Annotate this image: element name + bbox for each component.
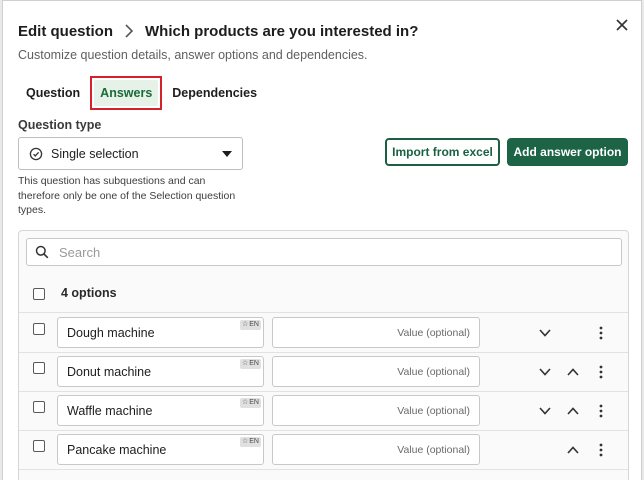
- more-options-button[interactable]: [593, 442, 609, 458]
- star-icon: ☆: [241, 399, 249, 406]
- kebab-menu-icon: [599, 326, 603, 340]
- chevron-down-icon: [539, 329, 551, 337]
- language-badge: ☆ EN: [239, 398, 261, 408]
- language-badge: ☆ EN: [239, 320, 261, 330]
- move-up-button[interactable]: [565, 442, 581, 458]
- move-down-button[interactable]: [537, 325, 553, 341]
- caret-down-icon: [222, 150, 232, 157]
- breadcrumb[interactable]: Edit question: [18, 23, 113, 40]
- search-input[interactable]: [59, 244, 613, 260]
- row-checkbox[interactable]: [33, 401, 45, 413]
- chevron-up-icon: [567, 446, 579, 454]
- answer-options-panel: 4 options Dough machine ☆EN Value (optio…: [18, 230, 629, 480]
- chevron-right-icon: [121, 23, 137, 39]
- answer-value-field[interactable]: Value (optional): [272, 317, 480, 348]
- answer-name-value: Dough machine: [67, 325, 155, 340]
- answer-name-value: Waffle machine: [67, 403, 153, 418]
- language-badge: ☆ EN: [239, 437, 261, 447]
- kebab-menu-icon: [599, 404, 603, 418]
- table-row: Donut machine ☆ EN Value (optional): [19, 353, 628, 392]
- star-icon: ☆: [241, 321, 249, 328]
- answer-name-field[interactable]: Waffle machine ☆ EN: [57, 395, 264, 426]
- question-type-help: This question has subquestions and can t…: [18, 175, 236, 216]
- add-answer-option-button[interactable]: Add answer option: [507, 138, 628, 166]
- question-type-label: Question type: [18, 118, 102, 132]
- dialog-header: Edit question Which products are you int…: [18, 19, 418, 43]
- row-checkbox[interactable]: [33, 440, 45, 452]
- page-title: Which products are you interested in?: [145, 22, 419, 40]
- answer-value-field[interactable]: Value (optional): [272, 395, 480, 426]
- answer-name-field[interactable]: Pancake machine ☆ EN: [57, 434, 264, 465]
- move-down-button[interactable]: [537, 403, 553, 419]
- chevron-down-icon: [539, 407, 551, 415]
- tab-answers[interactable]: Answers: [90, 76, 163, 110]
- question-type-value: Single selection: [51, 146, 139, 161]
- edit-question-dialog: Edit question Which products are you int…: [2, 0, 642, 480]
- single-selection-icon: [29, 147, 43, 160]
- options-header: 4 options: [19, 275, 628, 313]
- more-options-button[interactable]: [593, 325, 609, 341]
- import-from-excel-button[interactable]: Import from excel: [385, 138, 500, 166]
- answer-name-field[interactable]: Dough machine ☆ EN: [57, 317, 264, 348]
- options-count: 4 options: [61, 286, 117, 300]
- chevron-up-icon: [567, 407, 579, 415]
- question-type-select[interactable]: Single selection: [18, 137, 243, 170]
- chevron-up-icon: [567, 368, 579, 376]
- answer-value-field[interactable]: Value (optional): [272, 356, 480, 387]
- dialog-subtitle: Customize question details, answer optio…: [18, 48, 368, 62]
- more-options-button[interactable]: [593, 364, 609, 380]
- kebab-menu-icon: [599, 365, 603, 379]
- table-row: Dough machine ☆ EN Value (optional): [19, 314, 628, 353]
- search-icon: [35, 245, 49, 259]
- search-box[interactable]: [26, 238, 622, 266]
- star-icon: ☆: [241, 360, 249, 367]
- row-checkbox[interactable]: [33, 362, 45, 374]
- row-checkbox[interactable]: [33, 323, 45, 335]
- answer-name-value: Donut machine: [67, 364, 152, 379]
- star-icon: ☆: [241, 438, 249, 445]
- move-up-button[interactable]: [565, 403, 581, 419]
- table-row: Pancake machine ☆ EN Value (optional): [19, 431, 628, 470]
- move-down-button[interactable]: [537, 364, 553, 380]
- kebab-menu-icon: [599, 443, 603, 457]
- tab-answers-label: Answers: [94, 80, 159, 106]
- chevron-down-icon: [539, 368, 551, 376]
- select-all-checkbox[interactable]: [33, 288, 45, 300]
- answer-name-field[interactable]: Donut machine ☆ EN: [57, 356, 264, 387]
- move-up-button[interactable]: [565, 364, 581, 380]
- language-badge: ☆ EN: [239, 359, 261, 369]
- tab-question[interactable]: Question: [18, 78, 88, 108]
- tab-dependencies[interactable]: Dependencies: [164, 78, 265, 108]
- table-row: Waffle machine ☆ EN Value (optional): [19, 392, 628, 431]
- answer-value-field[interactable]: Value (optional): [272, 434, 480, 465]
- close-button[interactable]: [610, 13, 634, 37]
- tab-bar: Question Answers Dependencies: [18, 76, 265, 110]
- close-icon: [616, 19, 628, 31]
- answer-name-value: Pancake machine: [67, 442, 167, 457]
- more-options-button[interactable]: [593, 403, 609, 419]
